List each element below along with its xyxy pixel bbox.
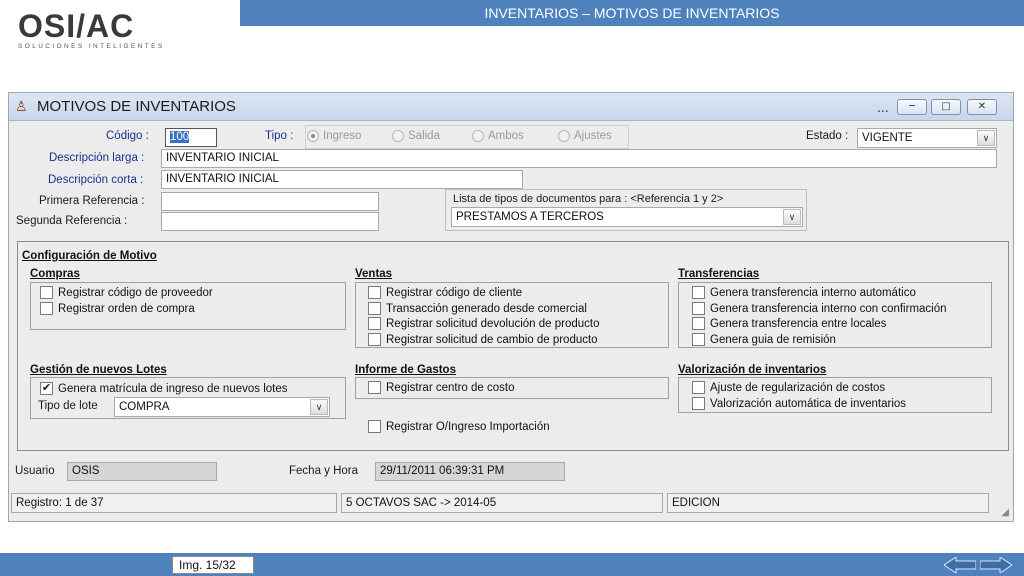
chevron-down-icon[interactable]: ∨ bbox=[310, 399, 328, 415]
lista-tipos-select[interactable]: PRESTAMOS A TERCEROS ∨ bbox=[451, 207, 803, 227]
ventas-title: Ventas bbox=[355, 268, 393, 280]
desc-larga-input[interactable]: INVENTARIO INICIAL bbox=[161, 149, 997, 168]
chk-centro-costo[interactable]: Registrar centro de costo bbox=[368, 381, 514, 394]
checkbox-icon bbox=[368, 302, 381, 315]
checkbox-icon bbox=[368, 333, 381, 346]
estado-select[interactable]: VIGENTE ∨ bbox=[857, 128, 997, 148]
estado-label: Estado : bbox=[806, 130, 849, 142]
tipo-lote-select[interactable]: COMPRA ∨ bbox=[114, 397, 330, 417]
fecha-label: Fecha y Hora bbox=[289, 465, 359, 477]
chk-orden-compra[interactable]: Registrar orden de compra bbox=[40, 302, 195, 315]
nav-arrows bbox=[944, 557, 1016, 573]
codigo-value: 100 bbox=[170, 131, 190, 143]
checkbox-icon bbox=[692, 397, 705, 410]
resize-grip-icon[interactable]: ◢ bbox=[1001, 507, 1009, 518]
checkbox-icon bbox=[368, 286, 381, 299]
chk-transf-locales[interactable]: Genera transferencia entre locales bbox=[692, 317, 886, 330]
checkbox-icon bbox=[368, 381, 381, 394]
checkbox-icon bbox=[368, 420, 381, 433]
arrow-left-icon[interactable] bbox=[944, 557, 976, 573]
config-title: Configuración de Motivo bbox=[22, 250, 157, 262]
chk-cambio-producto[interactable]: Registrar solicitud de cambio de product… bbox=[368, 333, 598, 346]
chk-devolucion-producto[interactable]: Registrar solicitud devolución de produc… bbox=[368, 317, 600, 330]
checkbox-icon bbox=[692, 286, 705, 299]
slide-title: INVENTARIOS – MOTIVOS DE INVENTARIOS bbox=[240, 0, 1024, 26]
desc-corta-input[interactable]: INVENTARIO INICIAL bbox=[161, 170, 523, 189]
checkbox-icon bbox=[40, 302, 53, 315]
slide: OSI/AC SOLUCIONES INTELIGENTES INVENTARI… bbox=[0, 0, 1024, 576]
status-registro: Registro: 1 de 37 bbox=[11, 493, 337, 513]
chk-ingreso-importacion[interactable]: Registrar O/Ingreso Importación bbox=[368, 420, 550, 433]
chk-ajuste-costos[interactable]: Ajuste de regularización de costos bbox=[692, 381, 885, 394]
config-panel: Configuración de Motivo Compras Registra… bbox=[17, 241, 1009, 451]
checkbox-icon bbox=[692, 302, 705, 315]
chevron-down-icon[interactable]: ∨ bbox=[783, 209, 801, 225]
chevron-down-icon[interactable]: ∨ bbox=[977, 130, 995, 146]
lista-tipos-label: Lista de tipos de documentos para : <Ref… bbox=[453, 193, 724, 205]
desc-larga-label: Descripción larga : bbox=[49, 152, 145, 164]
motivos-window: ♙ MOTIVOS DE INVENTARIOS ... ─ □ ✕ Códig… bbox=[8, 92, 1014, 522]
image-counter: Img. 15/32 bbox=[172, 556, 254, 574]
chk-transf-automatico[interactable]: Genera transferencia interno automático bbox=[692, 286, 916, 299]
usuario-field: OSIS bbox=[67, 462, 217, 481]
maximize-button[interactable]: □ bbox=[931, 99, 961, 115]
compras-title: Compras bbox=[30, 268, 80, 280]
chk-codigo-proveedor[interactable]: Registrar código de proveedor bbox=[40, 286, 213, 299]
valorizacion-title: Valorización de inventarios bbox=[678, 364, 827, 376]
codigo-label: Código : bbox=[106, 130, 149, 142]
checkmark-icon: ✔ bbox=[40, 382, 53, 395]
tipo-lote-label: Tipo de lote bbox=[38, 400, 98, 412]
checkbox-icon bbox=[40, 286, 53, 299]
status-modo: EDICION bbox=[667, 493, 989, 513]
logo-tagline: SOLUCIONES INTELIGENTES bbox=[18, 43, 165, 50]
fecha-field: 29/11/2011 06:39:31 PM bbox=[375, 462, 565, 481]
checkbox-icon bbox=[692, 333, 705, 346]
tipo-group bbox=[305, 125, 629, 149]
logo-brand: OSI/AC bbox=[18, 8, 135, 44]
person-icon: ♙ bbox=[15, 99, 28, 115]
arrow-right-icon[interactable] bbox=[980, 557, 1012, 573]
status-empresa: 5 OCTAVOS SAC -> 2014-05 bbox=[341, 493, 663, 513]
desc-corta-label: Descripción corta : bbox=[48, 174, 144, 186]
window-titlebar: ♙ MOTIVOS DE INVENTARIOS ... ─ □ ✕ bbox=[9, 93, 1013, 121]
window-dots[interactable]: ... bbox=[877, 99, 889, 115]
window-title: MOTIVOS DE INVENTARIOS bbox=[37, 98, 236, 115]
primera-ref-label: Primera Referencia : bbox=[39, 195, 145, 207]
primera-ref-input[interactable] bbox=[161, 192, 379, 211]
checkbox-icon bbox=[368, 317, 381, 330]
segunda-ref-input[interactable] bbox=[161, 212, 379, 231]
gastos-title: Informe de Gastos bbox=[355, 364, 456, 376]
chk-transaccion-comercial[interactable]: Transacción generado desde comercial bbox=[368, 302, 587, 315]
chk-valorizacion-automatica[interactable]: Valorización automática de inventarios bbox=[692, 397, 906, 410]
segunda-ref-label: Segunda Referencia : bbox=[16, 215, 128, 227]
chk-matricula-lotes[interactable]: ✔ Genera matrícula de ingreso de nuevos l… bbox=[40, 382, 288, 395]
chk-guia-remision[interactable]: Genera guia de remisión bbox=[692, 333, 836, 346]
chk-codigo-cliente[interactable]: Registrar código de cliente bbox=[368, 286, 522, 299]
lotes-title: Gestión de nuevos Lotes bbox=[30, 364, 167, 376]
codigo-input[interactable]: 100 bbox=[165, 128, 217, 147]
transferencias-title: Transferencias bbox=[678, 268, 760, 280]
close-button[interactable]: ✕ bbox=[967, 99, 997, 115]
tipo-label: Tipo : bbox=[265, 130, 294, 142]
usuario-label: Usuario bbox=[15, 465, 55, 477]
footer-bar bbox=[0, 553, 1024, 576]
minimize-button[interactable]: ─ bbox=[897, 99, 927, 115]
checkbox-icon bbox=[692, 381, 705, 394]
chk-transf-confirmacion[interactable]: Genera transferencia interno con confirm… bbox=[692, 302, 947, 315]
checkbox-icon bbox=[692, 317, 705, 330]
company-logo: OSI/AC SOLUCIONES INTELIGENTES bbox=[18, 10, 178, 50]
